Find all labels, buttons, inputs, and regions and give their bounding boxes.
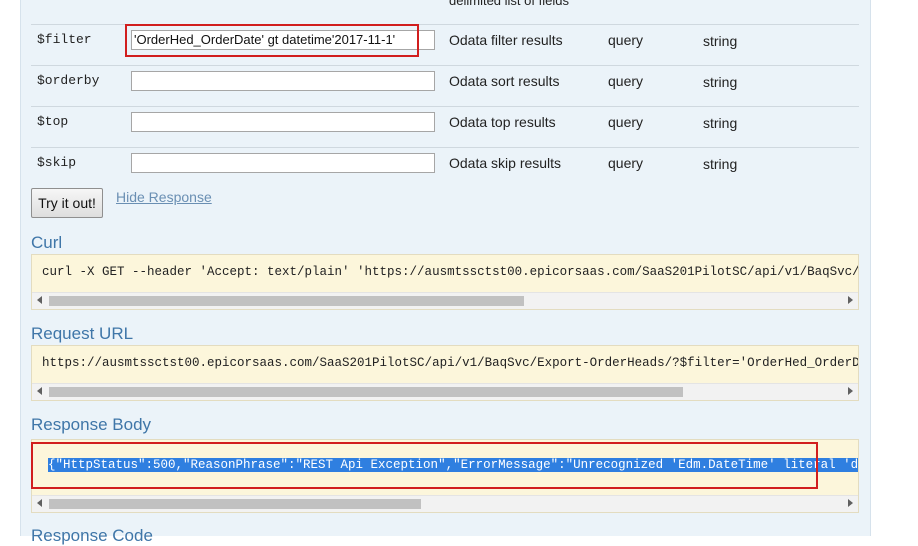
- skip-input[interactable]: [131, 153, 435, 173]
- scroll-left-arrow-icon[interactable]: [37, 296, 42, 304]
- scroll-thumb[interactable]: [49, 296, 524, 306]
- param-type: string: [703, 156, 738, 172]
- scroll-left-arrow-icon[interactable]: [37, 499, 42, 507]
- curl-scrollbar[interactable]: [32, 292, 858, 309]
- param-name: $top: [37, 114, 69, 129]
- param-type: string: [703, 115, 738, 131]
- scroll-right-arrow-icon[interactable]: [848, 499, 853, 507]
- param-location: query: [608, 32, 644, 48]
- hide-response-link[interactable]: Hide Response: [116, 189, 212, 205]
- param-type: string: [703, 33, 738, 49]
- param-row-orderby: $orderby Odata sort results query string: [31, 65, 859, 106]
- curl-code: curl -X GET --header 'Accept: text/plain…: [42, 265, 859, 279]
- scroll-thumb[interactable]: [49, 499, 421, 509]
- param-location: query: [608, 73, 644, 89]
- try-it-out-button[interactable]: Try it out!: [31, 188, 103, 218]
- fields-description-clipped: delimited list of fields: [449, 0, 569, 8]
- param-description: Odata sort results: [449, 73, 560, 89]
- param-location: query: [608, 155, 644, 171]
- response-body-scrollbar[interactable]: [32, 495, 858, 512]
- orderby-input[interactable]: [131, 71, 435, 91]
- request-url-scrollbar[interactable]: [32, 383, 858, 400]
- response-body-heading: Response Body: [31, 415, 152, 434]
- request-url-heading: Request URL: [31, 324, 134, 343]
- top-input[interactable]: [131, 112, 435, 132]
- request-url-code: https://ausmtssctst00.epicorsaas.com/Saa…: [42, 356, 859, 370]
- response-highlight-box: [31, 442, 818, 489]
- filter-highlight-box: [125, 24, 419, 57]
- param-description: Odata top results: [449, 114, 556, 130]
- scroll-thumb[interactable]: [49, 387, 683, 397]
- scroll-right-arrow-icon[interactable]: [848, 387, 853, 395]
- param-name: $skip: [37, 155, 77, 170]
- response-code-heading: Response Code: [31, 526, 153, 545]
- scroll-right-arrow-icon[interactable]: [848, 296, 853, 304]
- request-url-box: https://ausmtssctst00.epicorsaas.com/Saa…: [31, 345, 859, 401]
- param-location: query: [608, 114, 644, 130]
- param-type: string: [703, 74, 738, 90]
- param-row-top: $top Odata top results query string: [31, 106, 859, 147]
- curl-box: curl -X GET --header 'Accept: text/plain…: [31, 254, 859, 310]
- scroll-left-arrow-icon[interactable]: [37, 387, 42, 395]
- param-description: Odata skip results: [449, 155, 562, 171]
- curl-heading: Curl: [31, 233, 63, 252]
- param-row-skip: $skip Odata skip results query string: [31, 147, 859, 188]
- param-name: $filter: [37, 32, 92, 47]
- param-name: $orderby: [37, 73, 100, 88]
- param-description: Odata filter results: [449, 32, 563, 48]
